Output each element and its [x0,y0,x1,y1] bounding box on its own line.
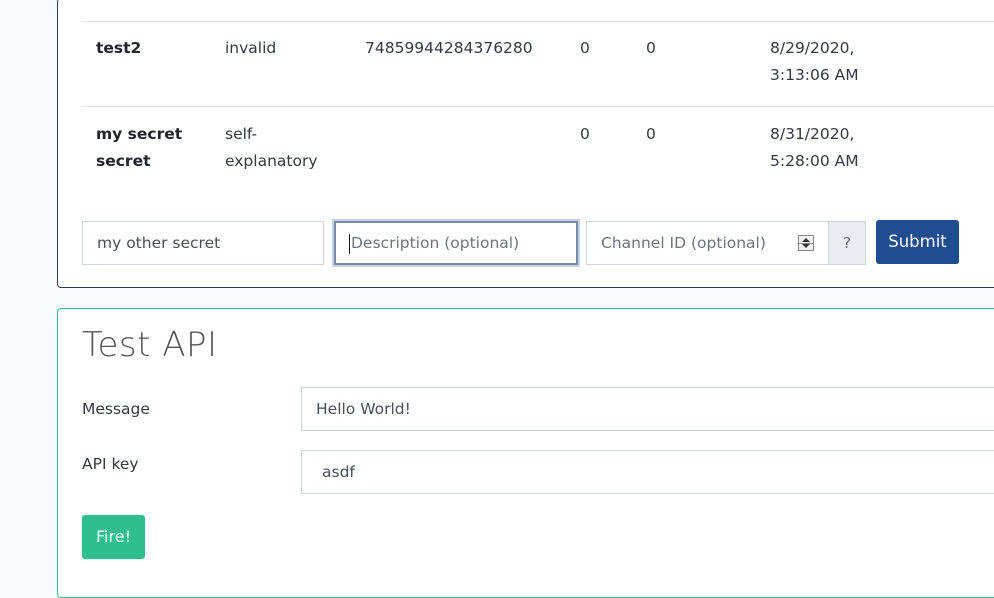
secret-name-value: my other secret [97,234,221,252]
api-key-value: asdf [322,463,355,481]
text-cursor [349,233,350,254]
secret-count-b: 0 [646,39,656,57]
message-value: Hello World! [316,400,411,418]
test-api-title: Test API [82,325,218,365]
description-input[interactable]: Description (optional) [334,221,578,265]
secret-description: invalid [225,39,277,57]
secret-name: my secret [96,125,183,143]
channel-help-button[interactable]: ? [829,221,866,265]
secrets-card: test2 invalid 74859944284376280 0 0 8/29… [57,0,994,288]
secret-date: 8/29/2020, [770,39,855,57]
api-key-label: API key [82,455,139,473]
secret-description: self- [225,125,258,143]
secret-count-a: 0 [580,125,590,143]
channel-id-placeholder: Channel ID (optional) [601,234,766,252]
message-input[interactable]: Hello World! [301,387,994,431]
secret-count-b: 0 [646,125,656,143]
secret-description-line2: explanatory [225,152,318,170]
secret-time: 5:28:00 AM [770,152,859,170]
submit-button[interactable]: Submit [876,220,959,264]
message-label: Message [82,400,150,418]
secret-name-line2: secret [96,152,151,170]
secret-date: 8/31/2020, [770,125,855,143]
channel-id-input[interactable]: Channel ID (optional) [586,221,829,265]
test-api-card: Test API Message Hello World! API key as… [57,308,994,598]
description-placeholder: Description (optional) [351,234,520,252]
secret-time: 3:13:06 AM [770,66,859,84]
number-spinner-icon[interactable] [798,235,814,251]
secret-channel: 74859944284376280 [365,39,533,57]
api-key-input[interactable]: asdf [301,450,994,494]
table-divider [82,21,994,22]
secret-name-input[interactable]: my other secret [82,221,324,265]
secret-count-a: 0 [580,39,590,57]
fire-button[interactable]: Fire! [82,515,145,559]
secret-name: test2 [96,39,142,57]
table-divider [82,106,994,107]
